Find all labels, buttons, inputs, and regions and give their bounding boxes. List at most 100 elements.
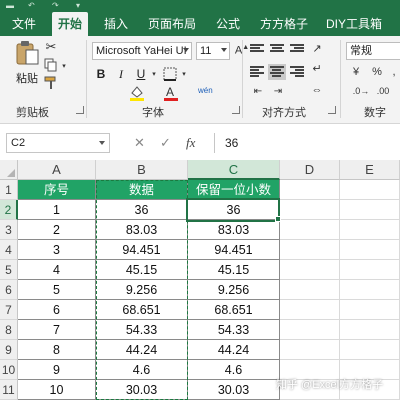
table-header-cell[interactable]: 序号: [18, 180, 96, 200]
table-cell[interactable]: 94.451: [96, 240, 188, 260]
tab-home[interactable]: 开始: [52, 12, 89, 36]
table-cell[interactable]: 83.03: [188, 220, 280, 240]
table-cell[interactable]: 9.256: [96, 280, 188, 300]
column-header-d[interactable]: D: [280, 160, 340, 180]
empty-cell[interactable]: [280, 340, 340, 360]
empty-cell[interactable]: [340, 200, 400, 220]
underline-dropdown-icon[interactable]: ▾: [150, 70, 158, 78]
italic-button[interactable]: I: [114, 66, 128, 82]
table-cell[interactable]: 10: [18, 380, 96, 400]
column-header-e[interactable]: E: [340, 160, 400, 180]
empty-cell[interactable]: [280, 320, 340, 340]
increase-indent-icon[interactable]: ⇥: [270, 86, 286, 100]
empty-cell[interactable]: [280, 200, 340, 220]
decrease-decimal-icon[interactable]: .00: [374, 86, 392, 100]
tab-page-layout[interactable]: 页面布局: [148, 12, 196, 36]
row-header[interactable]: 7: [0, 300, 18, 320]
tab-diy-toolbox[interactable]: DIY工具箱: [326, 12, 382, 36]
table-cell[interactable]: 68.651: [188, 300, 280, 320]
align-right-icon[interactable]: [290, 66, 304, 78]
empty-cell[interactable]: [280, 180, 340, 200]
table-cell[interactable]: 2: [18, 220, 96, 240]
orientation-icon[interactable]: ↗: [310, 42, 324, 56]
column-header-a[interactable]: A: [18, 160, 96, 180]
row-header[interactable]: 5: [0, 260, 18, 280]
table-cell[interactable]: 4: [18, 260, 96, 280]
insert-function-icon[interactable]: fx: [186, 135, 195, 151]
tab-fangfang[interactable]: 方方格子: [260, 12, 308, 36]
clipboard-launcher-icon[interactable]: [76, 106, 84, 114]
column-header-b[interactable]: B: [96, 160, 188, 180]
comma-style-icon[interactable]: ,: [388, 66, 400, 80]
row-header[interactable]: 3: [0, 220, 18, 240]
formula-input[interactable]: 36: [214, 133, 400, 153]
copy-dropdown-icon[interactable]: ▾: [60, 62, 68, 70]
empty-cell[interactable]: [340, 340, 400, 360]
table-header-cell[interactable]: 数据: [96, 180, 188, 200]
wrap-text-icon[interactable]: ↵: [308, 62, 326, 80]
table-cell[interactable]: 5: [18, 280, 96, 300]
empty-cell[interactable]: [280, 220, 340, 240]
paste-icon[interactable]: [14, 40, 42, 66]
table-header-cell[interactable]: 保留一位小数: [188, 180, 280, 200]
table-cell[interactable]: 4.6: [188, 360, 280, 380]
table-cell[interactable]: 68.651: [96, 300, 188, 320]
fill-handle[interactable]: [275, 216, 281, 222]
save-icon[interactable]: ▬: [6, 1, 16, 10]
row-header[interactable]: 11: [0, 380, 18, 400]
format-painter-icon[interactable]: [44, 76, 58, 90]
table-cell[interactable]: 44.24: [96, 340, 188, 360]
row-header[interactable]: 9: [0, 340, 18, 360]
row-header[interactable]: 6: [0, 280, 18, 300]
cut-icon[interactable]: ✂: [44, 40, 58, 54]
row-header[interactable]: 2: [0, 200, 18, 220]
fill-color-icon[interactable]: [128, 84, 146, 102]
empty-cell[interactable]: [340, 320, 400, 340]
row-header[interactable]: 4: [0, 240, 18, 260]
paste-label[interactable]: 粘贴: [16, 70, 38, 86]
table-cell[interactable]: 6: [18, 300, 96, 320]
table-cell[interactable]: 7: [18, 320, 96, 340]
table-cell[interactable]: 54.33: [96, 320, 188, 340]
table-cell[interactable]: 9: [18, 360, 96, 380]
percent-icon[interactable]: %: [370, 66, 384, 80]
empty-cell[interactable]: [340, 300, 400, 320]
table-cell[interactable]: 36: [188, 200, 280, 220]
table-cell[interactable]: 36: [96, 200, 188, 220]
table-cell[interactable]: 44.24: [188, 340, 280, 360]
tab-insert[interactable]: 插入: [104, 12, 128, 36]
table-cell[interactable]: 54.33: [188, 320, 280, 340]
empty-cell[interactable]: [340, 180, 400, 200]
empty-cell[interactable]: [280, 240, 340, 260]
decrease-indent-icon[interactable]: ⇤: [250, 86, 266, 100]
font-size-select[interactable]: 11: [196, 42, 230, 60]
merge-center-icon[interactable]: ⇔: [308, 84, 326, 100]
alignment-launcher-icon[interactable]: [328, 106, 336, 114]
align-middle-icon[interactable]: [270, 44, 284, 56]
table-cell[interactable]: 45.15: [96, 260, 188, 280]
align-bottom-icon[interactable]: [290, 44, 304, 56]
increase-decimal-icon[interactable]: .0→: [352, 86, 370, 100]
cancel-icon[interactable]: ✕: [134, 135, 145, 151]
phonetic-icon[interactable]: wén: [198, 86, 213, 95]
empty-cell[interactable]: [280, 280, 340, 300]
table-cell[interactable]: 30.03: [188, 380, 280, 400]
table-cell[interactable]: 83.03: [96, 220, 188, 240]
empty-cell[interactable]: [280, 300, 340, 320]
currency-icon[interactable]: ¥: [348, 66, 364, 80]
align-top-icon[interactable]: [250, 44, 264, 56]
tab-file[interactable]: 文件: [12, 12, 36, 36]
tab-formulas[interactable]: 公式: [216, 12, 240, 36]
column-header-c[interactable]: C: [188, 160, 280, 180]
table-cell[interactable]: 94.451: [188, 240, 280, 260]
font-color-icon[interactable]: A: [162, 84, 180, 102]
empty-cell[interactable]: [340, 280, 400, 300]
table-cell[interactable]: 8: [18, 340, 96, 360]
name-box[interactable]: C2: [6, 133, 110, 153]
align-center-icon[interactable]: [268, 64, 286, 80]
table-cell[interactable]: 45.15: [188, 260, 280, 280]
row-header[interactable]: 10: [0, 360, 18, 380]
empty-cell[interactable]: [340, 240, 400, 260]
borders-icon[interactable]: [162, 66, 178, 82]
row-header[interactable]: 8: [0, 320, 18, 340]
